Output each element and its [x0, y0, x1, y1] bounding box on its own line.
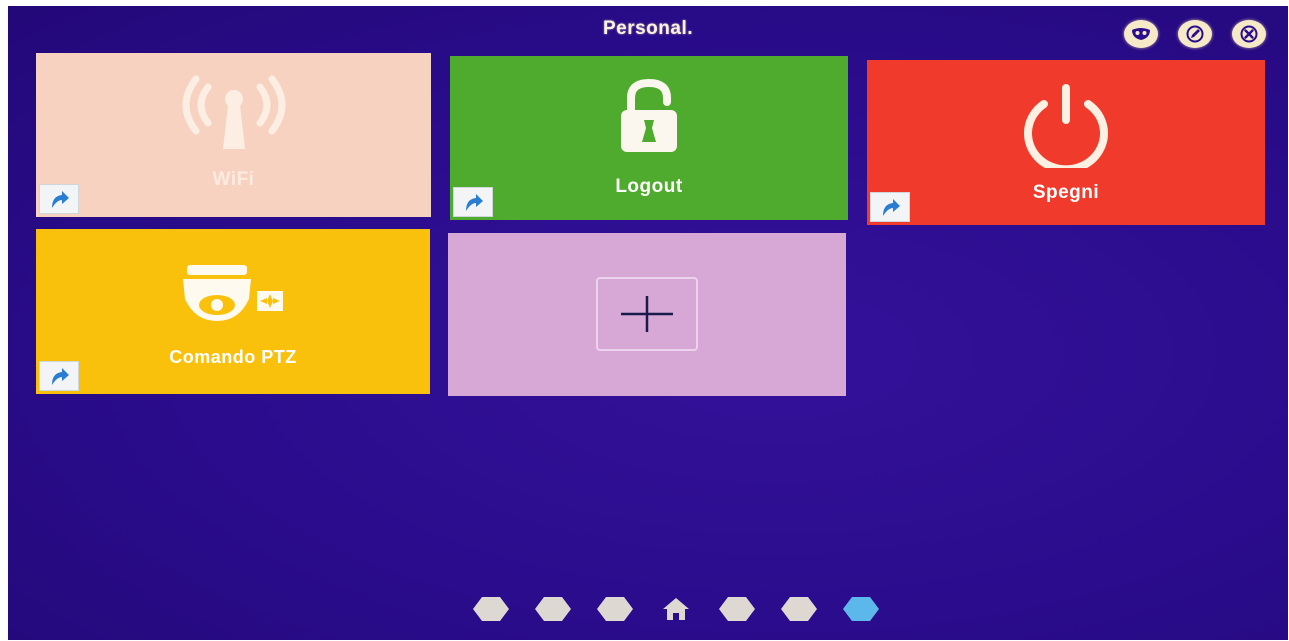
shortcut-badge: [39, 184, 79, 214]
edit-icon: [1186, 25, 1204, 43]
close-button[interactable]: [1232, 20, 1266, 48]
tile-add-shortcut[interactable]: [448, 233, 846, 396]
page-dot[interactable]: [535, 597, 571, 621]
tile-logout[interactable]: Logout: [450, 56, 848, 220]
page-dot[interactable]: [473, 597, 509, 621]
tile-spegni[interactable]: Spegni: [867, 60, 1265, 225]
tile-wifi[interactable]: WiFi: [36, 53, 431, 217]
home-button[interactable]: [659, 596, 693, 622]
shortcut-arrow-icon: [52, 191, 69, 208]
wifi-antenna-icon: [182, 75, 285, 149]
shortcut-badge: [39, 361, 79, 391]
padlock-icon: [621, 78, 677, 152]
plus-icon: [621, 296, 673, 332]
shortcut-arrow-icon: [466, 194, 483, 211]
tile-label: Logout: [615, 176, 683, 197]
top-toolbar: [1124, 20, 1266, 48]
shortcut-badge: [870, 192, 910, 222]
tile-label: WiFi: [212, 169, 255, 190]
page-dot[interactable]: [719, 597, 755, 621]
page-dot[interactable]: [597, 597, 633, 621]
tile-ptz[interactable]: Comando PTZ: [36, 229, 430, 394]
page-indicator: [473, 596, 879, 622]
close-icon: [1240, 25, 1258, 43]
mask-icon: [1132, 28, 1150, 40]
page-title: Personal.: [602, 18, 694, 39]
page-dot[interactable]: [781, 597, 817, 621]
desktop-screen: Personal. WiFi Logout Spegni Comando PTZ: [8, 6, 1288, 640]
page-dot-active[interactable]: [843, 597, 879, 621]
ptz-camera-icon: [183, 265, 283, 321]
tile-label: Comando PTZ: [169, 347, 297, 367]
edit-button[interactable]: [1178, 20, 1212, 48]
mask-button[interactable]: [1124, 20, 1158, 48]
shortcut-badge: [453, 187, 493, 217]
home-icon: [663, 598, 689, 620]
shortcut-arrow-icon: [883, 199, 900, 216]
tile-label: Spegni: [1032, 182, 1100, 203]
add-box: [596, 277, 698, 351]
power-icon: [1024, 84, 1108, 168]
shortcut-arrow-icon: [52, 368, 69, 385]
